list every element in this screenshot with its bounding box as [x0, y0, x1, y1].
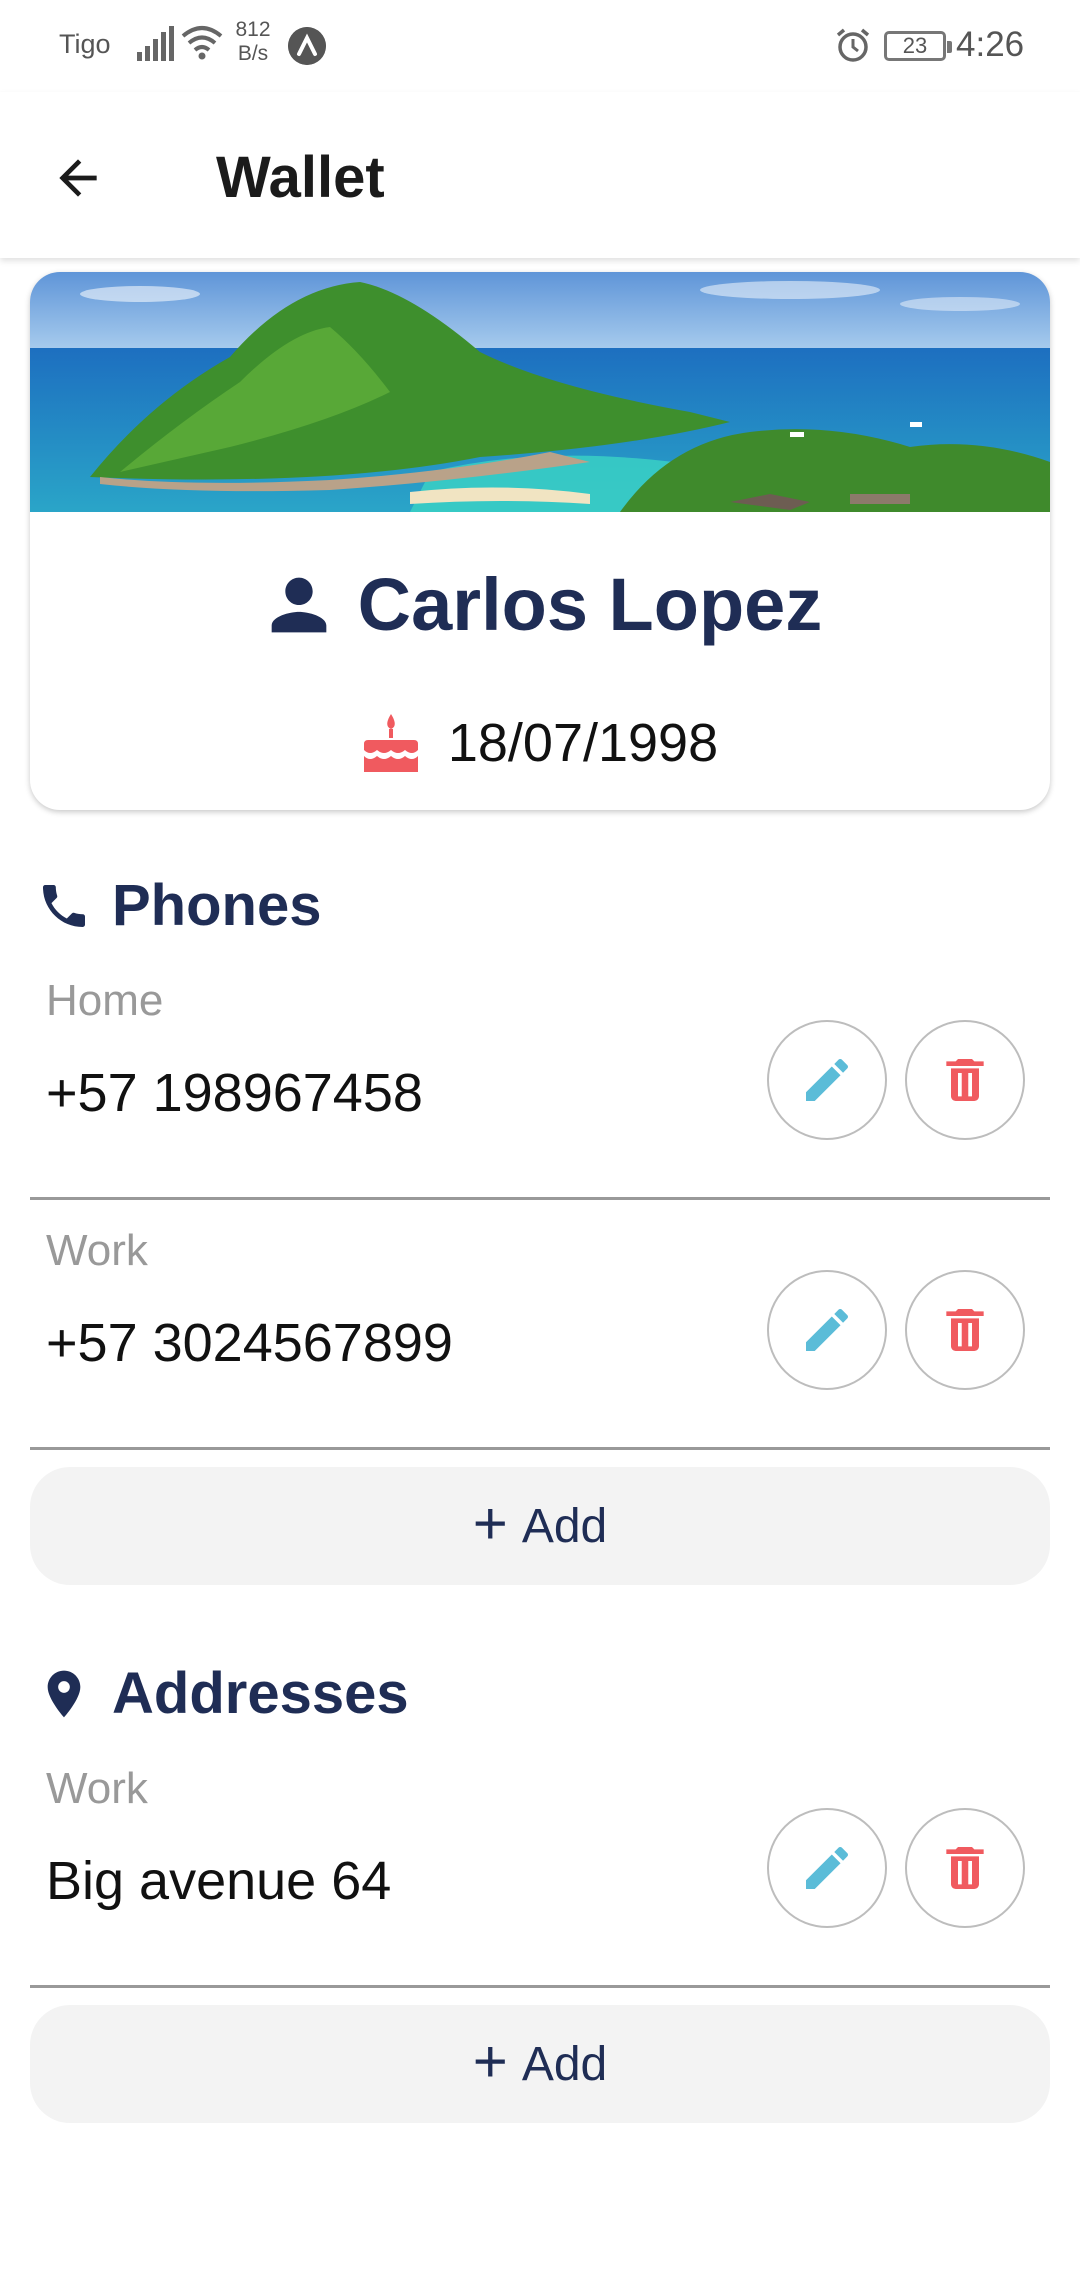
- add-phone-label: Add: [521, 1499, 608, 1553]
- phones-header: Phones: [36, 872, 322, 939]
- person-icon: [271, 577, 327, 632]
- addresses-title: Addresses: [112, 1661, 409, 1726]
- network-speed: 812 B/s: [233, 18, 273, 66]
- phone-number: +57 198967458: [46, 1063, 423, 1123]
- speed-value: 812: [235, 18, 271, 41]
- pencil-icon: [806, 1058, 849, 1101]
- birthdate-row: 18/07/1998: [30, 712, 1050, 774]
- plus-icon: +: [472, 1490, 508, 1557]
- delete-address-button[interactable]: [905, 1808, 1025, 1928]
- wifi-icon: [181, 26, 223, 60]
- phone-label: Work: [46, 1226, 148, 1275]
- profile-birthdate: 18/07/1998: [447, 713, 719, 773]
- edit-phone-button[interactable]: [767, 1270, 887, 1390]
- location-pin-icon: [47, 1670, 81, 1717]
- battery-level: 23: [902, 33, 928, 58]
- address-value: Big avenue 64: [46, 1851, 392, 1911]
- battery-icon: 23: [884, 31, 952, 61]
- speed-unit: B/s: [237, 42, 269, 65]
- delete-phone-button[interactable]: [905, 1270, 1025, 1390]
- app-notification-icon: [288, 27, 326, 65]
- add-address-label: Add: [521, 2037, 608, 2091]
- phone-label: Home: [46, 976, 164, 1025]
- address-label: Work: [46, 1764, 148, 1813]
- add-phone-button[interactable]: + Add: [30, 1467, 1050, 1585]
- app-bar: Wallet: [0, 92, 1080, 258]
- trash-icon: [946, 1847, 984, 1889]
- clock: 4:26: [956, 25, 1025, 64]
- profile-name: Carlos Lopez: [357, 563, 823, 646]
- plus-icon: +: [472, 2028, 508, 2095]
- back-button[interactable]: [40, 140, 116, 216]
- add-address-button[interactable]: + Add: [30, 2005, 1050, 2123]
- phone-number: +57 3024567899: [46, 1313, 453, 1373]
- status-bar: Tigo 812 B/s 23 4:26: [0, 0, 1080, 92]
- arrow-left-icon: [59, 159, 97, 197]
- phones-title: Phones: [112, 873, 322, 938]
- delete-phone-button[interactable]: [905, 1020, 1025, 1140]
- address-item-work: Work Big avenue 64: [30, 1740, 1050, 1988]
- phone-item-home: Home +57 198967458: [30, 952, 1050, 1200]
- phone-item-work: Work +57 3024567899: [30, 1202, 1050, 1450]
- name-row: Carlos Lopez: [30, 562, 1050, 647]
- page-title: Wallet: [216, 145, 385, 210]
- trash-icon: [946, 1309, 984, 1351]
- cover-image: [30, 272, 1050, 512]
- alarm-icon: [836, 28, 870, 62]
- trash-icon: [946, 1059, 984, 1101]
- signal-icon: [137, 26, 174, 61]
- edit-address-button[interactable]: [767, 1808, 887, 1928]
- cake-icon: [363, 714, 418, 772]
- edit-phone-button[interactable]: [767, 1020, 887, 1140]
- phone-icon: [43, 884, 85, 927]
- carrier-name: Tigo: [59, 29, 111, 59]
- pencil-icon: [806, 1308, 849, 1351]
- profile-card: Carlos Lopez 18/07/1998: [30, 272, 1050, 810]
- pencil-icon: [806, 1846, 849, 1889]
- addresses-header: Addresses: [36, 1660, 409, 1727]
